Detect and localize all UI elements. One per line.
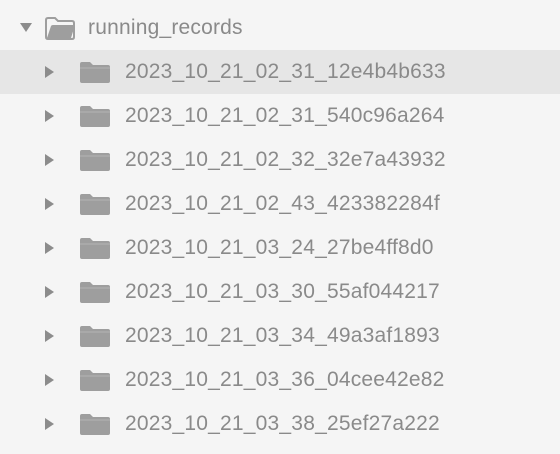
tree-item-label: 2023_10_21_03_36_04cee42e82 (125, 368, 445, 391)
chevron-right-icon[interactable] (44, 198, 56, 210)
chevron-down-icon[interactable] (20, 22, 32, 34)
chevron-right-icon[interactable] (44, 110, 56, 122)
tree-root-label: running_records (88, 16, 243, 39)
tree-item-label: 2023_10_21_03_38_25ef27a222 (125, 412, 440, 435)
tree-item-row[interactable]: 2023_10_21_02_43_423382284f (0, 182, 560, 226)
chevron-right-icon[interactable] (44, 418, 56, 430)
tree-item-label: 2023_10_21_02_32_32e7a43932 (125, 148, 446, 171)
tree-item-row[interactable]: 2023_10_21_03_36_04cee42e82 (0, 358, 560, 402)
tree-item-row[interactable]: 2023_10_21_03_34_49a3af1893 (0, 314, 560, 358)
tree-item-row[interactable]: 2023_10_21_03_38_25ef27a222 (0, 402, 560, 446)
chevron-right-icon[interactable] (44, 154, 56, 166)
chevron-right-icon[interactable] (44, 330, 56, 342)
chevron-right-icon[interactable] (44, 286, 56, 298)
tree-item-label: 2023_10_21_02_31_12e4b4b633 (125, 60, 446, 83)
tree-item-row[interactable]: 2023_10_21_03_30_55af044217 (0, 270, 560, 314)
tree-item-row[interactable]: 2023_10_21_02_32_32e7a43932 (0, 138, 560, 182)
folder-icon (80, 61, 110, 83)
tree-item-row[interactable]: 2023_10_21_02_31_540c96a264 (0, 94, 560, 138)
folder-icon (80, 281, 110, 303)
tree-item-label: 2023_10_21_02_31_540c96a264 (125, 104, 445, 127)
chevron-right-icon[interactable] (44, 242, 56, 254)
folder-icon (80, 149, 110, 171)
tree-item-label: 2023_10_21_02_43_423382284f (125, 192, 440, 215)
file-tree: running_records 2023_10_21_02_31_12e4b4b… (0, 0, 560, 454)
chevron-right-icon[interactable] (44, 66, 56, 78)
tree-item-row[interactable]: 2023_10_21_02_31_12e4b4b633 (0, 50, 560, 94)
tree-item-label: 2023_10_21_03_34_49a3af1893 (125, 324, 440, 347)
chevron-right-icon[interactable] (44, 374, 56, 386)
folder-icon (80, 193, 110, 215)
folder-icon (80, 237, 110, 259)
folder-icon (80, 413, 110, 435)
folder-icon (80, 325, 110, 347)
folder-icon (80, 369, 110, 391)
folder-icon (80, 105, 110, 127)
tree-item-label: 2023_10_21_03_30_55af044217 (125, 280, 440, 303)
tree-item-label: 2023_10_21_03_24_27be4ff8d0 (125, 236, 434, 259)
tree-root-row[interactable]: running_records (0, 6, 560, 50)
tree-item-row[interactable]: 2023_10_21_03_24_27be4ff8d0 (0, 226, 560, 270)
folder-open-icon (44, 17, 75, 40)
